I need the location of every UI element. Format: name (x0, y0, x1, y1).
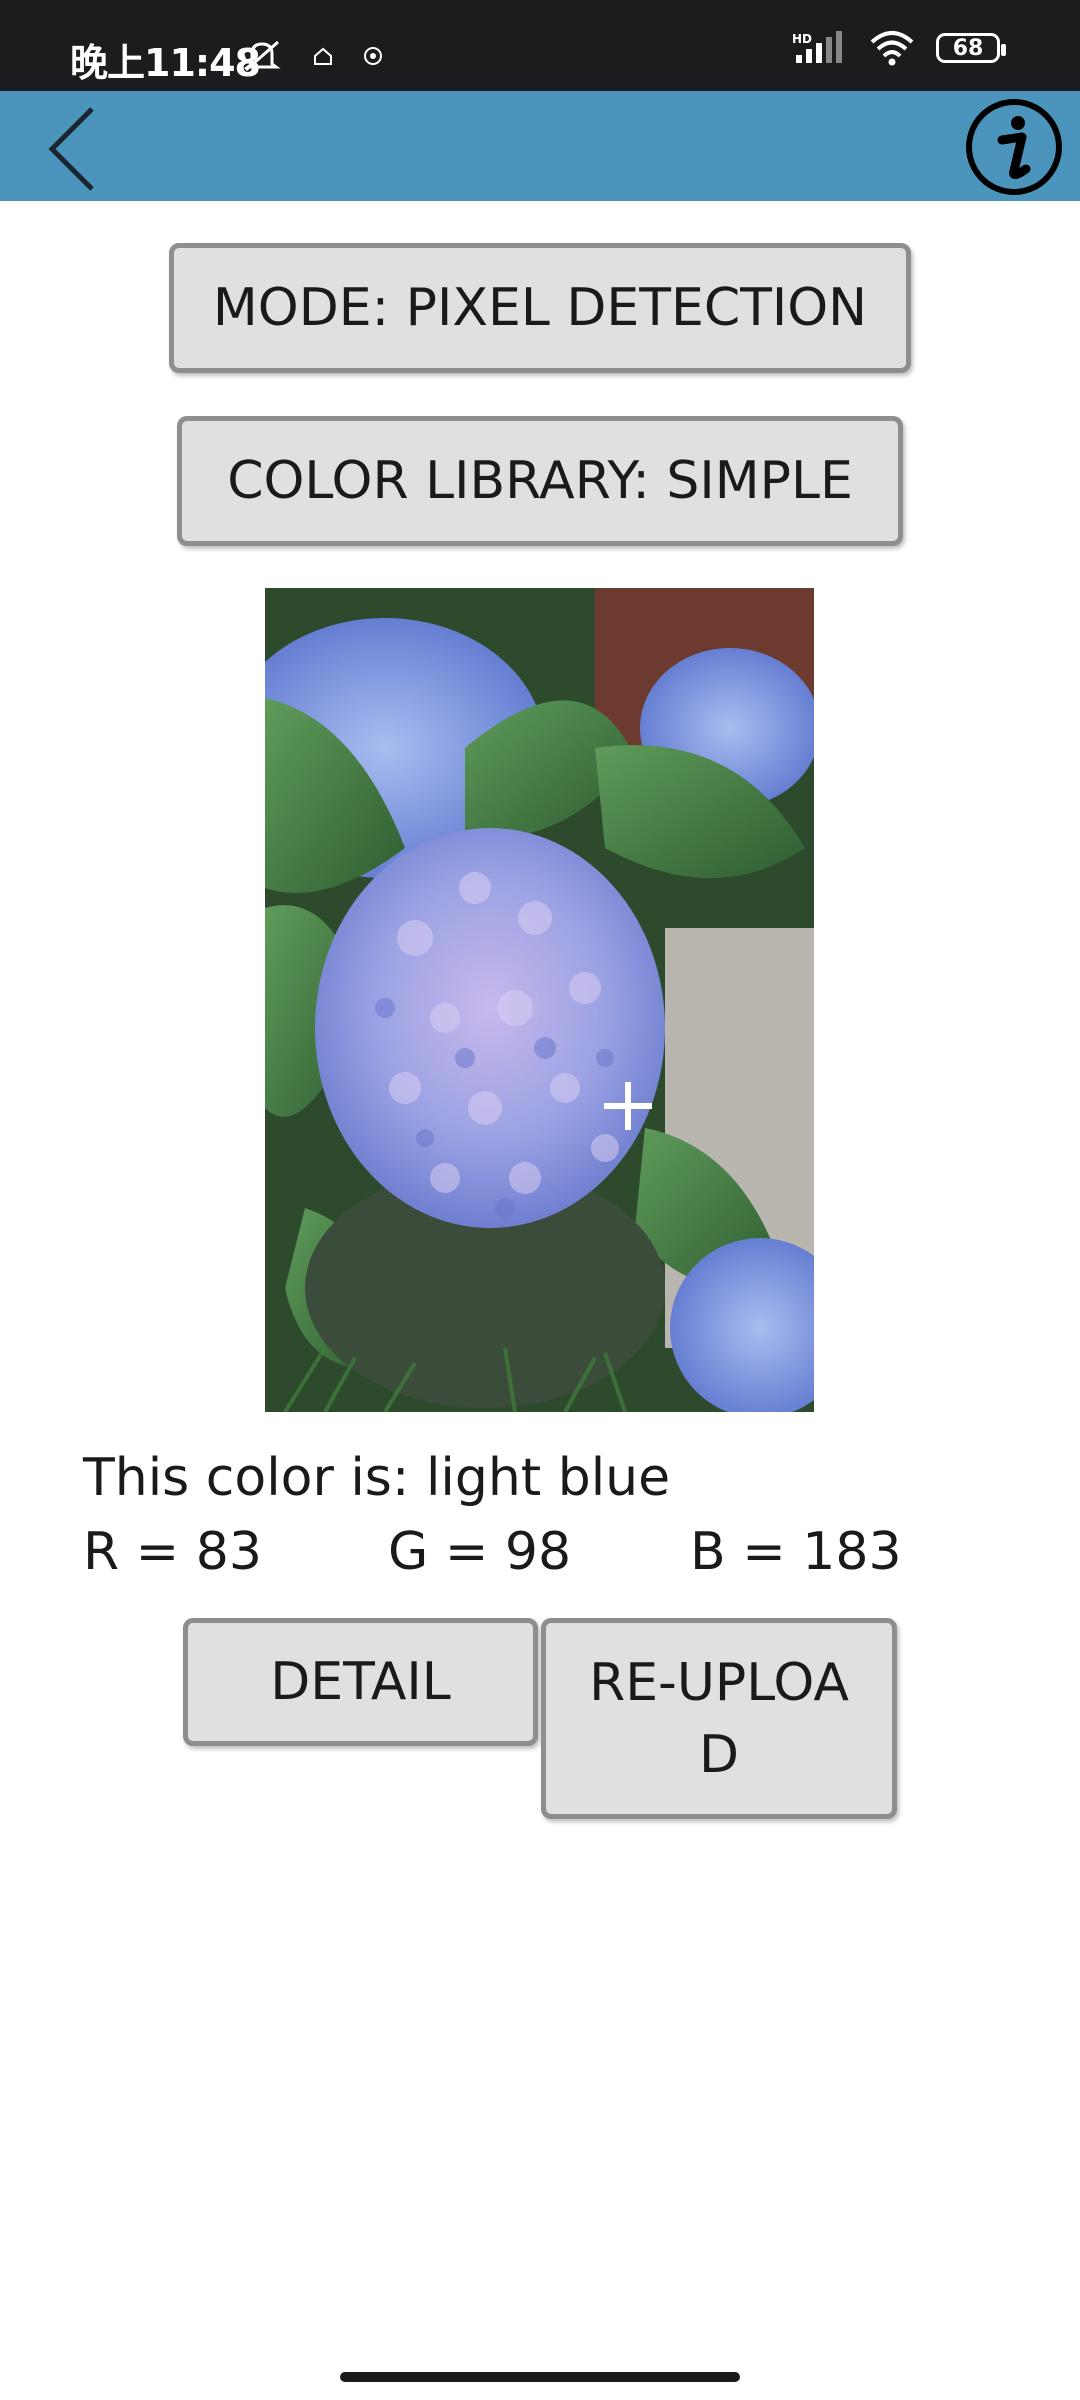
battery-indicator: 68 (936, 33, 1006, 63)
back-button[interactable] (30, 97, 130, 197)
status-bar: 晚上11:48 HD 68 (0, 0, 1080, 91)
hydrangea-image (265, 588, 814, 1412)
g-value: G = 98 (388, 1522, 572, 1582)
mode-button[interactable]: MODE: PIXEL DETECTION (169, 243, 911, 373)
chevron-left-icon (48, 107, 94, 191)
crosshair-icon[interactable] (600, 1078, 656, 1134)
hydrangea-photo[interactable] (265, 588, 814, 1412)
cell-signal-icon: HD (792, 31, 842, 63)
color-library-button[interactable]: COLOR LIBRARY: SIMPLE (177, 416, 903, 546)
r-value: R = 83 (83, 1522, 262, 1582)
svg-text:HD: HD (792, 32, 812, 46)
reupload-label-line1: RE-UPLOA (589, 1652, 849, 1713)
status-notification-icons (240, 36, 384, 76)
detail-button[interactable]: DETAIL (183, 1618, 538, 1746)
wifi-icon (870, 31, 914, 66)
compass-app-icon (364, 47, 382, 65)
reupload-label-line2: D (698, 1724, 740, 1785)
status-right-group: HD 68 (792, 30, 1006, 66)
app-bar (0, 91, 1080, 201)
status-time: 晚上11:48 (70, 41, 261, 85)
mute-bell-icon (241, 40, 281, 72)
home-indicator[interactable] (340, 2372, 740, 2382)
info-circle-icon (966, 99, 1062, 195)
reupload-button[interactable]: RE-UPLOA D (541, 1618, 897, 1819)
b-value: B = 183 (690, 1522, 902, 1582)
color-name-text: This color is: light blue (83, 1448, 671, 1508)
info-button[interactable] (964, 97, 1064, 197)
home-app-icon (314, 47, 332, 65)
